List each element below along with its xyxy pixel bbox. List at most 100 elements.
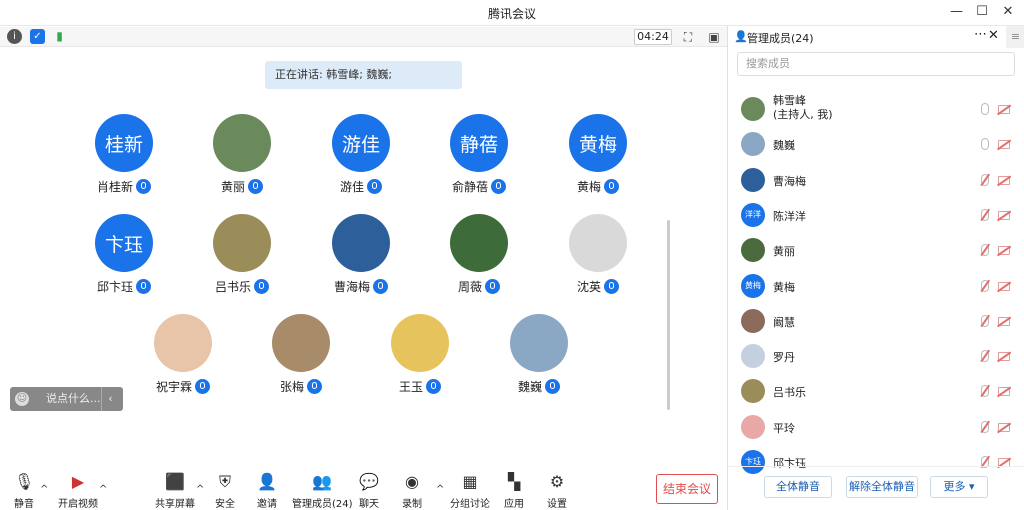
invite-button[interactable]: 👤 邀请 <box>257 472 277 510</box>
microphone-icon[interactable] <box>981 138 989 151</box>
microphone-muted-icon[interactable] <box>981 208 989 221</box>
chat-button[interactable]: 💬 聊天 <box>359 472 379 510</box>
participant-name-row: 俞静蓓 <box>429 178 529 195</box>
participant-tile[interactable]: 游佳 游佳 <box>311 114 411 210</box>
member-row[interactable]: 吕书乐 <box>728 374 1024 408</box>
info-icon[interactable]: i <box>7 29 22 44</box>
member-role: (主持人, 我) <box>773 108 833 121</box>
camera-off-icon[interactable] <box>998 387 1010 397</box>
participant-tile[interactable]: 黄丽 <box>192 114 292 210</box>
member-row[interactable]: 黄丽 <box>728 233 1024 267</box>
more-options-icon[interactable]: ⋯ <box>974 27 987 42</box>
participant-name-row: 张梅 <box>251 378 351 395</box>
breakout-rooms-button[interactable]: ▦ 分组讨论 <box>450 472 490 510</box>
mute-options-chevron-icon[interactable]: ^ <box>40 484 48 495</box>
settings-button[interactable]: ⚙ 设置 <box>547 472 567 510</box>
close-icon[interactable]: ✕ <box>1002 4 1014 19</box>
participant-name: 黄梅 <box>576 180 601 194</box>
member-row[interactable]: 平玲 <box>728 410 1024 444</box>
microphone-muted-icon[interactable] <box>981 244 989 257</box>
member-row[interactable]: 魏巍 <box>728 127 1024 161</box>
camera-off-icon[interactable] <box>998 422 1010 432</box>
camera-off-icon: ▶ <box>71 472 85 491</box>
record-options-chevron-icon[interactable]: ^ <box>436 484 444 495</box>
avatar: 卞珏 <box>95 214 153 272</box>
manage-members-button[interactable]: 👥 管理成员(24) <box>292 472 353 510</box>
member-row[interactable]: 阚慧 <box>728 304 1024 338</box>
record-button[interactable]: ◉ 录制 <box>402 472 422 510</box>
share-screen-button[interactable]: ⬛ 共享屏幕 <box>155 472 195 510</box>
minimize-icon[interactable]: — <box>950 4 963 19</box>
member-search-input[interactable] <box>737 52 1015 76</box>
camera-off-icon[interactable] <box>998 140 1010 150</box>
microphone-icon[interactable] <box>981 103 989 115</box>
participant-tile[interactable]: 黄梅 黄梅 <box>548 114 648 210</box>
participant-name: 邱卞珏 <box>96 280 133 294</box>
fullscreen-icon[interactable]: ⛶ <box>680 29 696 45</box>
security-button[interactable]: ⛨ 安全 <box>215 472 235 510</box>
unmute-all-button[interactable]: 解除全体静音 <box>846 476 918 498</box>
participant-tile[interactable]: 周薇 <box>429 214 529 310</box>
apps-button[interactable]: ▚ 应用 <box>504 472 524 510</box>
microphone-muted-icon[interactable] <box>981 314 989 327</box>
participant-tile[interactable]: 沈英 <box>548 214 648 310</box>
video-options-chevron-icon[interactable]: ^ <box>99 484 107 495</box>
layout-icon[interactable]: ▣ <box>706 29 722 45</box>
participant-tile[interactable]: 王玉 <box>370 314 470 410</box>
mute-button[interactable]: 🎙 静音 <box>14 472 34 510</box>
member-row[interactable]: 黄梅 黄梅 <box>728 269 1024 303</box>
microphone-muted-icon[interactable] <box>981 385 989 398</box>
more-button[interactable]: 更多 ▾ <box>930 476 988 498</box>
collapse-chat-icon[interactable]: ‹ <box>101 387 119 411</box>
microphone-icon <box>367 179 382 194</box>
participant-tile[interactable]: 魏巍 <box>489 314 589 410</box>
participant-tile[interactable]: 吕书乐 <box>192 214 292 310</box>
participant-name: 黄丽 <box>220 180 245 194</box>
camera-off-icon[interactable] <box>998 316 1010 326</box>
participant-tile[interactable]: 祝宇霖 <box>133 314 233 410</box>
panel-menu-icon[interactable]: ≡ <box>1006 26 1024 48</box>
camera-off-icon[interactable] <box>998 246 1010 256</box>
close-panel-icon[interactable]: ✕ <box>988 28 999 43</box>
participant-tile[interactable]: 静蓓 俞静蓓 <box>429 114 529 210</box>
avatar <box>391 314 449 372</box>
grid-scrollbar[interactable] <box>667 220 670 410</box>
member-row[interactable]: 曹海梅 <box>728 163 1024 197</box>
speaking-indicator: 正在讲话: 韩雪峰; 魏巍; <box>265 61 462 89</box>
mute-all-button[interactable]: 全体静音 <box>764 476 832 498</box>
start-video-button[interactable]: ▶ 开启视频 <box>58 472 98 510</box>
signal-icon[interactable]: ▮ <box>52 29 67 44</box>
member-name-block: 黄丽 <box>773 243 795 259</box>
participant-tile[interactable]: 桂新 肖桂新 <box>74 114 174 210</box>
members-icon: 👥 <box>312 472 333 491</box>
camera-off-icon[interactable] <box>998 105 1010 114</box>
participant-tile[interactable]: 曹海梅 <box>311 214 411 310</box>
share-options-chevron-icon[interactable]: ^ <box>196 484 204 495</box>
members-panel-title: 管理成员(24) <box>747 32 814 45</box>
member-name-block: 陈洋洋 <box>773 208 806 224</box>
member-row[interactable]: 韩雪峰 (主持人, 我) <box>728 92 1024 126</box>
member-row[interactable]: 洋洋 陈洋洋 <box>728 198 1024 232</box>
chat-placeholder[interactable]: 说点什么... <box>46 387 101 411</box>
camera-off-icon[interactable] <box>998 352 1010 362</box>
avatar <box>213 214 271 272</box>
microphone-muted-icon[interactable] <box>981 350 989 363</box>
participant-name-row: 黄梅 <box>548 178 648 195</box>
shield-icon[interactable]: ✓ <box>30 29 45 44</box>
camera-off-icon[interactable] <box>998 175 1010 185</box>
participant-tile[interactable]: 张梅 <box>251 314 351 410</box>
microphone-muted-icon[interactable] <box>981 420 989 433</box>
microphone-muted-icon[interactable] <box>981 173 989 186</box>
microphone-muted-icon[interactable] <box>981 279 989 292</box>
maximize-icon[interactable]: ☐ <box>976 4 988 19</box>
member-row[interactable]: 罗丹 <box>728 339 1024 373</box>
emoji-icon[interactable]: ☺ <box>15 392 29 406</box>
participant-tile[interactable]: 卞珏 邱卞珏 <box>74 214 174 310</box>
camera-off-icon[interactable] <box>998 281 1010 291</box>
chat-input-bar[interactable]: ☺ 说点什么... ‹ <box>10 387 123 411</box>
security-shield-icon: ⛨ <box>218 472 231 491</box>
member-name: 阚慧 <box>773 315 795 329</box>
end-meeting-button[interactable]: 结束会议 <box>656 474 718 504</box>
microphone-icon <box>545 379 560 394</box>
camera-off-icon[interactable] <box>998 210 1010 220</box>
